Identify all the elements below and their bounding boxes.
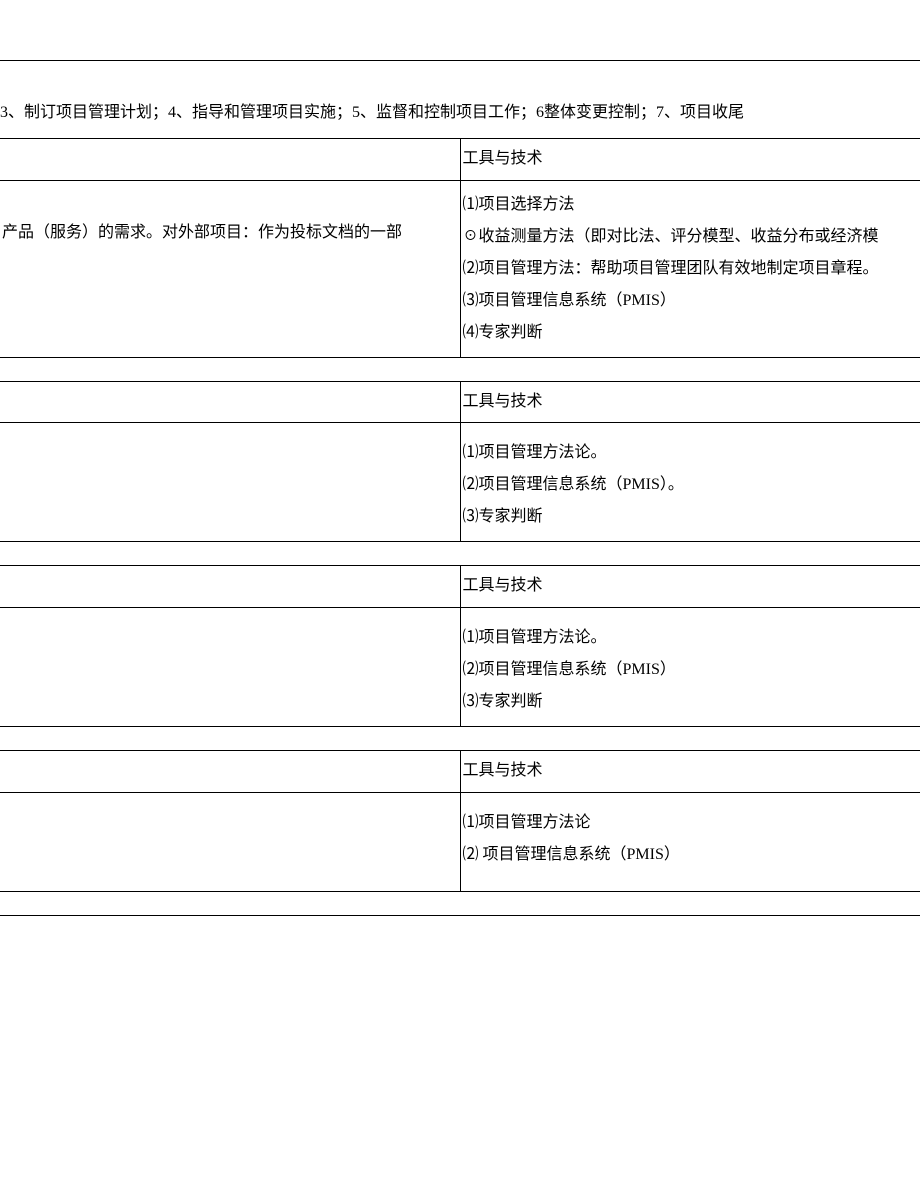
section-2-underline (0, 542, 920, 566)
column-header-3: 工具与技术 (460, 566, 920, 608)
section-2-body: ⑴项目管理方法论。 ⑵项目管理信息系统（PMIS）。 ⑶专家判断 (460, 423, 920, 542)
intro-row: 3、制订项目管理计划；4、指导和管理项目实施；5、监督和控制项目工作；6整体变更… (0, 95, 920, 138)
section-4-content: ⑴项目管理方法论 ⑵ 项目管理信息系统（PMIS） (0, 792, 920, 891)
column-header-1: 工具与技术 (460, 138, 920, 180)
section-3-header: 工具与技术 (0, 566, 920, 608)
section-4-body: ⑴项目管理方法论 ⑵ 项目管理信息系统（PMIS） (460, 792, 920, 891)
section-3-underline (0, 727, 920, 751)
section-1-body: ⑴项目选择方法 ☉收益测量方法（即对比法、评分模型、收益分布或经济模 ⑵项目管理… (460, 180, 920, 357)
section-1-underline (0, 357, 920, 381)
blank-row-top (0, 0, 920, 60)
section-2-content: ⑴项目管理方法论。 ⑵项目管理信息系统（PMIS）。 ⑶专家判断 (0, 423, 920, 542)
left-text-1: 产品（服务）的需求。对外部项目：作为投标文档的一部 (0, 180, 460, 357)
column-header-2: 工具与技术 (460, 381, 920, 423)
spacer (0, 60, 920, 95)
column-header-4: 工具与技术 (460, 751, 920, 793)
section-4-underline (0, 891, 920, 915)
document-table: 3、制订项目管理计划；4、指导和管理项目实施；5、监督和控制项目工作；6整体变更… (0, 0, 920, 916)
intro-text: 3、制订项目管理计划；4、指导和管理项目实施；5、监督和控制项目工作；6整体变更… (0, 95, 920, 138)
section-1-content: 产品（服务）的需求。对外部项目：作为投标文档的一部 ⑴项目选择方法 ☉收益测量方… (0, 180, 920, 357)
section-1-header: 工具与技术 (0, 138, 920, 180)
section-2-header: 工具与技术 (0, 381, 920, 423)
section-4-header: 工具与技术 (0, 751, 920, 793)
section-3-body: ⑴项目管理方法论。 ⑵项目管理信息系统（PMIS） ⑶专家判断 (460, 608, 920, 727)
section-3-content: ⑴项目管理方法论。 ⑵项目管理信息系统（PMIS） ⑶专家判断 (0, 608, 920, 727)
